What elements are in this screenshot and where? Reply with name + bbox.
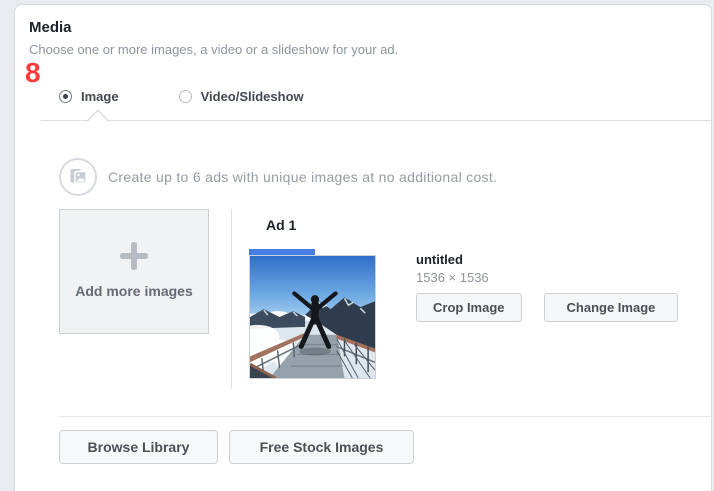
browse-library-button[interactable]: Browse Library [59,430,218,464]
thumbnail-actions: Crop Image Change Image [416,293,679,322]
radio-dot [63,93,68,99]
banner-text: Create up to 6 ads with unique images at… [108,169,498,185]
free-stock-images-button[interactable]: Free Stock Images [229,430,414,464]
plus-icon [120,241,148,270]
media-section-screen: Media Choose one or more images, a video… [0,0,714,491]
vertical-divider [231,209,232,389]
library-actions: Browse Library Free Stock Images [59,430,414,464]
crop-image-button[interactable]: Crop Image [416,293,522,322]
images-icon [59,158,97,196]
radio-option-image[interactable]: Image [59,89,119,104]
radio-option-video-slideshow[interactable]: Video/Slideshow [178,89,304,104]
annotation-step-number: 8 [25,57,41,88]
image-file-name: untitled [416,252,463,267]
tab-caret-notch [86,109,110,133]
ad-thumbnail[interactable] [249,255,376,379]
footer-divider [59,416,711,417]
page-subtitle: Choose one or more images, a video or a … [29,42,399,57]
change-image-button[interactable]: Change Image [543,293,679,322]
ad-title: Ad 1 [266,217,297,233]
radio-label-image[interactable]: Image [81,89,119,104]
media-card: Media Choose one or more images, a video… [14,4,712,491]
image-dimensions: 1536 × 1536 [416,270,489,285]
tab-divider [41,120,711,121]
page-title: Media [29,19,72,36]
radio-selected-icon[interactable] [59,89,72,103]
ad-thumbnail-photo [250,256,375,378]
radio-label-video-slideshow[interactable]: Video/Slideshow [201,89,304,104]
add-more-images-label: Add more images [75,282,193,299]
radio-unselected-icon[interactable] [178,89,192,103]
add-more-images-button[interactable]: Add more images [59,209,209,334]
media-type-radio-group: Image Video/Slideshow [59,88,304,104]
